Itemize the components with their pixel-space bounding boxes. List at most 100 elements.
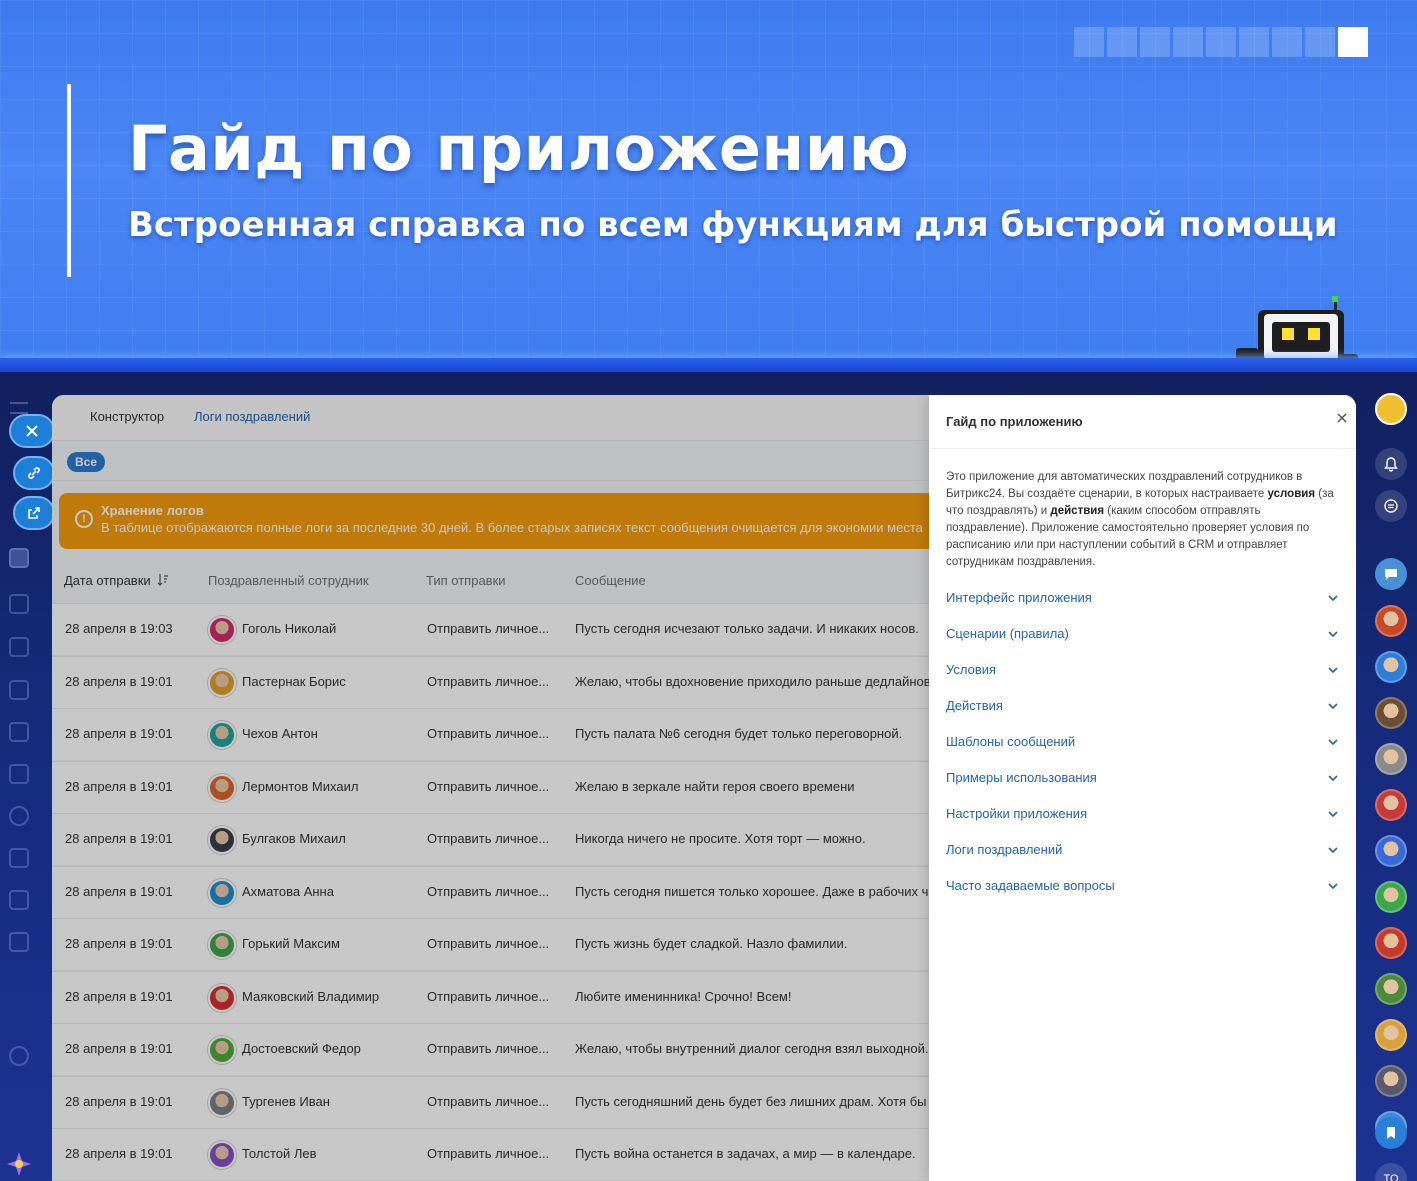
table-row[interactable]: 28 апреля в 19:01 Пастернак Борис Отправит… <box>52 655 931 708</box>
guide-section[interactable]: Шаблоны сообщений <box>929 724 1356 760</box>
guide-section[interactable]: Примеры использования <box>929 760 1356 796</box>
messenger-button[interactable] <box>1375 558 1407 590</box>
row-employee[interactable]: Достоевский Федор <box>242 1041 361 1056</box>
employee-avatar[interactable] <box>208 1088 236 1117</box>
tasks-icon[interactable] <box>9 548 29 568</box>
guide-title: Гайд по приложению <box>946 414 1083 429</box>
row-employee[interactable]: Горький Максим <box>242 936 340 951</box>
automation-icon[interactable] <box>9 932 29 952</box>
guide-section[interactable]: Действия <box>929 688 1356 724</box>
row-employee[interactable]: Ахматова Анна <box>242 884 334 899</box>
tab-constructor[interactable]: Конструктор <box>90 409 164 424</box>
crm-icon[interactable] <box>9 594 29 614</box>
bell-icon <box>1384 457 1398 472</box>
mcp-icon[interactable] <box>9 978 29 998</box>
drive-icon[interactable] <box>9 680 29 700</box>
employee-avatar[interactable] <box>208 1141 236 1169</box>
pager-dot[interactable] <box>1305 27 1335 57</box>
guide-intro: Это приложение для автоматических поздра… <box>946 471 1334 568</box>
table-row[interactable]: 28 апреля в 19:01 Тургенев Иван Отправить … <box>52 1075 931 1128</box>
table-row[interactable]: 28 апреля в 19:03 Гоголь Николай Отправить… <box>52 603 929 655</box>
calendar-icon[interactable] <box>9 722 29 742</box>
analytics-icon[interactable] <box>9 764 29 784</box>
edit-icon[interactable] <box>9 890 29 910</box>
column-message[interactable]: Сообщение <box>575 573 646 588</box>
row-employee[interactable]: Булгаков Михаил <box>242 831 346 846</box>
row-employee[interactable]: Гоголь Николай <box>242 621 336 636</box>
employee-avatar[interactable] <box>208 668 236 697</box>
row-employee[interactable]: Толстой Лев <box>242 1146 317 1161</box>
employee-avatar[interactable] <box>208 773 236 802</box>
row-employee[interactable]: Тургенев Иван <box>242 1094 330 1109</box>
pager-dot[interactable] <box>1107 27 1137 57</box>
table-row[interactable]: 28 апреля в 19:01 Маяковский Владимир Отпр… <box>52 970 929 1023</box>
pager-dot[interactable] <box>1338 27 1368 57</box>
tab-logs[interactable]: Логи поздравлений <box>194 409 310 424</box>
contact-avatar[interactable] <box>1375 743 1407 775</box>
row-employee[interactable]: Лермонтов Михаил <box>242 779 358 794</box>
employee-avatar[interactable] <box>208 826 236 854</box>
bookmark-button[interactable] <box>1375 1117 1407 1149</box>
guide-section[interactable]: Сценарии (правила) <box>929 616 1356 652</box>
filter-chip-all[interactable]: Все <box>67 452 106 472</box>
sort-desc-icon[interactable] <box>157 573 169 587</box>
company-icon[interactable] <box>9 806 29 826</box>
pager-dot[interactable] <box>1074 27 1104 57</box>
guide-section[interactable]: Логи поздравлений <box>929 832 1356 868</box>
contact-avatar[interactable] <box>1375 1019 1407 1051</box>
contact-avatar[interactable] <box>1375 697 1407 729</box>
knowledge-icon[interactable] <box>9 848 29 868</box>
settings-icon[interactable] <box>9 1046 29 1066</box>
contact-avatar[interactable] <box>1375 789 1407 821</box>
employee-avatar[interactable] <box>208 931 236 959</box>
contact-avatar[interactable] <box>1375 835 1407 867</box>
table-row[interactable]: 28 апреля в 19:01 Булгаков Михаил Отправит… <box>52 813 929 865</box>
contact-avatar[interactable] <box>1375 973 1407 1005</box>
guide-section[interactable]: Интерфейс приложения <box>929 580 1356 616</box>
ai-assistant-icon[interactable] <box>5 1150 33 1178</box>
filter-bar: Все <box>52 441 929 481</box>
pager-dot[interactable] <box>1239 27 1269 57</box>
employee-avatar[interactable] <box>208 983 236 1012</box>
close-slider-button[interactable] <box>9 414 55 448</box>
column-type[interactable]: Тип отправки <box>426 573 506 588</box>
tab-bar: Конструктор Логи поздравлений <box>52 395 929 441</box>
pager-dot[interactable] <box>1206 27 1236 57</box>
column-employee[interactable]: Поздравленный сотрудник <box>208 573 369 588</box>
table-row[interactable]: 28 апреля в 19:01 Достоевский Федор Отправ… <box>52 1023 929 1075</box>
documents-icon[interactable] <box>9 637 29 657</box>
contact-avatar[interactable] <box>1375 605 1407 637</box>
guide-section-label: Условия <box>946 662 997 677</box>
guide-section[interactable]: Часто задаваемые вопросы <box>929 868 1356 904</box>
employee-avatar[interactable] <box>208 616 236 644</box>
copy-link-button[interactable] <box>13 456 55 490</box>
employee-avatar[interactable] <box>208 878 236 907</box>
contact-avatar[interactable] <box>1375 881 1407 913</box>
guide-section[interactable]: Настройки приложения <box>929 796 1356 832</box>
table-row[interactable]: 28 апреля в 19:01 Лермонтов Михаил Отправи… <box>52 760 929 813</box>
table-row[interactable]: 28 апреля в 19:01 Ахматова Анна Отправить … <box>52 865 931 918</box>
guide-close-button[interactable] <box>1334 412 1350 428</box>
employee-avatar[interactable] <box>208 1036 236 1064</box>
chat-switch-button[interactable] <box>1375 490 1407 522</box>
notifications-button[interactable] <box>1375 448 1407 480</box>
table-row[interactable]: 28 апреля в 19:01 Толстой Лев Отправить ли… <box>52 1128 929 1180</box>
row-employee[interactable]: Пастернак Борис <box>242 674 346 689</box>
pager-dot[interactable] <box>1140 27 1170 57</box>
table-row[interactable]: 28 апреля в 19:01 Чехов Антон Отправить ли… <box>52 708 929 760</box>
column-date[interactable]: Дата отправки <box>64 573 151 588</box>
user-avatar[interactable] <box>1375 393 1407 425</box>
table-row[interactable]: 28 апреля в 19:01 Горький Максим Отправить… <box>52 918 929 970</box>
contact-initials-badge[interactable]: TO <box>1375 1163 1407 1181</box>
contact-avatar[interactable] <box>1375 651 1407 683</box>
row-employee[interactable]: Чехов Антон <box>242 726 318 741</box>
pager-dot[interactable] <box>1272 27 1302 57</box>
contact-avatar[interactable] <box>1375 927 1407 959</box>
contact-avatar[interactable] <box>1375 1065 1407 1097</box>
employee-avatar[interactable] <box>208 721 236 749</box>
open-new-window-button[interactable] <box>13 496 55 530</box>
guide-section[interactable]: Условия <box>929 652 1356 688</box>
row-employee[interactable]: Маяковский Владимир <box>242 989 379 1004</box>
pager-dot[interactable] <box>1173 27 1203 57</box>
menu-icon[interactable] <box>10 402 28 414</box>
